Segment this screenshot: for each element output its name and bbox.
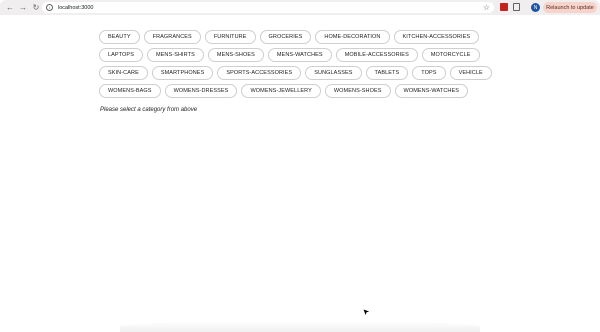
category-chip-laptops[interactable]: LAPTOPS [99,48,143,62]
category-chip-furniture[interactable]: FURNITURE [204,30,256,44]
category-chip-tops[interactable]: TOPS [412,66,446,80]
star-icon[interactable]: ☆ [483,3,490,12]
category-chip-kitchen-accessories[interactable]: KITCHEN-ACCESSORIES [393,30,480,44]
category-chip-womens-dresses[interactable]: WOMENS-DRESSES [164,84,238,98]
category-chip-skin-care[interactable]: SKIN-CARE [99,66,148,80]
category-chip-mens-shirts[interactable]: MENS-SHIRTS [146,48,204,62]
forward-arrow-icon[interactable]: → [18,3,28,13]
browser-window: ← → ↻ i localhost:3000 ☆ N Relaunch to u… [0,0,600,332]
info-icon[interactable]: i [46,4,53,11]
category-chip-groceries[interactable]: GROCERIES [259,30,312,44]
category-chip-womens-watches[interactable]: WOMENS-WATCHES [394,84,469,98]
category-chip-fragrances[interactable]: FRAGRANCES [143,30,201,44]
relaunch-button[interactable]: Relaunch to update [543,2,597,13]
extensions-puzzle-icon[interactable] [513,3,520,11]
select-category-prompt: Please select a category from above [100,107,198,113]
category-chip-home-decoration[interactable]: HOME-DECORATION [315,30,390,44]
category-chip-vehicle[interactable]: VEHICLE [449,66,492,80]
category-chip-mens-shoes[interactable]: MENS-SHOES [207,48,264,62]
category-chip-beauty[interactable]: BEAUTY [99,30,140,44]
category-chip-tablets[interactable]: TABLETS [365,66,409,80]
category-chip-mens-watches[interactable]: MENS-WATCHES [267,48,332,62]
profile-avatar[interactable]: N [531,3,540,12]
bottom-shadow [120,321,480,332]
extension-icon[interactable] [500,3,508,11]
category-chip-womens-bags[interactable]: WOMENS-BAGS [99,84,161,98]
page-content: BEAUTY FRAGRANCES FURNITURE GROCERIES HOME-D… [0,15,600,332]
back-arrow-icon[interactable]: ← [5,3,15,13]
category-chip-smartphones[interactable]: SMARTPHONES [151,66,214,80]
address-bar[interactable]: i localhost:3000 ☆ [42,2,494,13]
reload-icon[interactable]: ↻ [31,3,41,13]
category-chip-motorcycle[interactable]: MOTORCYCLE [421,48,480,62]
category-list: BEAUTY FRAGRANCES FURNITURE GROCERIES HOME-D… [99,30,499,98]
category-chip-womens-jewellery[interactable]: WOMENS-JEWELLERY [241,84,321,98]
category-chip-sunglasses[interactable]: SUNGLASSES [305,66,362,80]
category-chip-womens-shoes[interactable]: WOMENS-SHOES [324,84,391,98]
url-text: localhost:3000 [58,4,94,11]
category-chip-sports-accessories[interactable]: SPORTS-ACCESSORIES [217,66,302,80]
category-chip-mobile-accessories[interactable]: MOBILE-ACCESSORIES [335,48,418,62]
browser-toolbar: ← → ↻ i localhost:3000 ☆ N Relaunch to u… [0,0,600,15]
